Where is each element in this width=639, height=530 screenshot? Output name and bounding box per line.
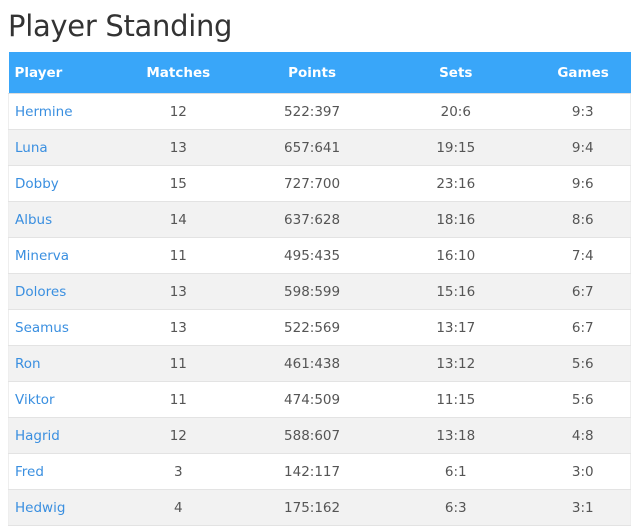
table-header: Player Matches Points Sets Games <box>8 52 631 94</box>
matches-cell: 11 <box>108 345 249 382</box>
matches-cell: 4 <box>108 489 249 526</box>
table-row: Ron 11 461:438 13:12 5:6 <box>8 345 631 382</box>
column-header-matches[interactable]: Matches <box>108 52 249 94</box>
table-row: Hedwig 4 175:162 6:3 3:1 <box>8 489 631 526</box>
column-header-games[interactable]: Games <box>535 52 631 94</box>
points-cell: 522:397 <box>248 93 376 130</box>
player-link[interactable]: Hermine <box>15 104 73 120</box>
player-cell: Minerva <box>8 237 109 274</box>
table-row: Dobby 15 727:700 23:16 9:6 <box>8 165 631 202</box>
sets-cell: 11:15 <box>375 381 536 418</box>
player-cell: Viktor <box>8 381 109 418</box>
points-cell: 727:700 <box>248 165 376 202</box>
matches-cell: 13 <box>108 129 249 166</box>
table-row: Fred 3 142:117 6:1 3:0 <box>8 453 631 490</box>
points-cell: 588:607 <box>248 417 376 454</box>
matches-cell: 14 <box>108 201 249 238</box>
games-cell: 9:3 <box>535 93 631 130</box>
player-cell: Hermine <box>8 93 109 130</box>
games-cell: 7:4 <box>535 237 631 274</box>
games-cell: 3:1 <box>535 489 631 526</box>
sets-cell: 6:3 <box>375 489 536 526</box>
player-cell: Dolores <box>8 273 109 310</box>
player-link[interactable]: Luna <box>15 140 48 156</box>
sets-cell: 6:1 <box>375 453 536 490</box>
matches-cell: 12 <box>108 93 249 130</box>
player-cell: Albus <box>8 201 109 238</box>
matches-cell: 15 <box>108 165 249 202</box>
table-row: Luna 13 657:641 19:15 9:4 <box>8 129 631 166</box>
sets-cell: 20:6 <box>375 93 536 130</box>
table-row: Viktor 11 474:509 11:15 5:6 <box>8 381 631 418</box>
column-header-points[interactable]: Points <box>248 52 376 94</box>
player-cell: Luna <box>8 129 109 166</box>
games-cell: 6:7 <box>535 309 631 346</box>
games-cell: 5:6 <box>535 345 631 382</box>
table-row: Hagrid 12 588:607 13:18 4:8 <box>8 417 631 454</box>
player-link[interactable]: Dobby <box>15 176 59 192</box>
games-cell: 5:6 <box>535 381 631 418</box>
sets-cell: 23:16 <box>375 165 536 202</box>
matches-cell: 12 <box>108 417 249 454</box>
table-row: Hermine 12 522:397 20:6 9:3 <box>8 93 631 130</box>
games-cell: 9:6 <box>535 165 631 202</box>
player-link[interactable]: Albus <box>15 212 52 228</box>
player-link[interactable]: Hedwig <box>15 500 65 516</box>
sets-cell: 15:16 <box>375 273 536 310</box>
games-cell: 4:8 <box>535 417 631 454</box>
player-link[interactable]: Ron <box>15 356 41 372</box>
points-cell: 598:599 <box>248 273 376 310</box>
sets-cell: 19:15 <box>375 129 536 166</box>
table-row: Albus 14 637:628 18:16 8:6 <box>8 201 631 238</box>
table-row: Minerva 11 495:435 16:10 7:4 <box>8 237 631 274</box>
matches-cell: 3 <box>108 453 249 490</box>
points-cell: 175:162 <box>248 489 376 526</box>
column-header-sets[interactable]: Sets <box>375 52 536 94</box>
player-cell: Dobby <box>8 165 109 202</box>
player-link[interactable]: Viktor <box>15 392 55 408</box>
matches-cell: 13 <box>108 273 249 310</box>
sets-cell: 16:10 <box>375 237 536 274</box>
points-cell: 142:117 <box>248 453 376 490</box>
matches-cell: 11 <box>108 381 249 418</box>
table-row: Seamus 13 522:569 13:17 6:7 <box>8 309 631 346</box>
sets-cell: 13:17 <box>375 309 536 346</box>
player-link[interactable]: Hagrid <box>15 428 60 444</box>
points-cell: 637:628 <box>248 201 376 238</box>
games-cell: 8:6 <box>535 201 631 238</box>
standings-table: Player Matches Points Sets Games Hermine… <box>8 52 631 526</box>
matches-cell: 11 <box>108 237 249 274</box>
games-cell: 9:4 <box>535 129 631 166</box>
matches-cell: 13 <box>108 309 249 346</box>
points-cell: 495:435 <box>248 237 376 274</box>
player-cell: Ron <box>8 345 109 382</box>
sets-cell: 13:18 <box>375 417 536 454</box>
player-cell: Hedwig <box>8 489 109 526</box>
column-header-player[interactable]: Player <box>8 52 109 94</box>
player-cell: Seamus <box>8 309 109 346</box>
player-link[interactable]: Fred <box>15 464 44 480</box>
player-link[interactable]: Dolores <box>15 284 66 300</box>
sets-cell: 13:12 <box>375 345 536 382</box>
sets-cell: 18:16 <box>375 201 536 238</box>
player-cell: Hagrid <box>8 417 109 454</box>
games-cell: 3:0 <box>535 453 631 490</box>
player-cell: Fred <box>8 453 109 490</box>
player-link[interactable]: Minerva <box>15 248 69 264</box>
page-title: Player Standing <box>8 9 233 43</box>
header-row: Player Matches Points Sets Games <box>8 52 631 94</box>
player-link[interactable]: Seamus <box>15 320 69 336</box>
points-cell: 474:509 <box>248 381 376 418</box>
table-body: Hermine 12 522:397 20:6 9:3 Luna 13 657:… <box>8 93 631 526</box>
points-cell: 522:569 <box>248 309 376 346</box>
table-row: Dolores 13 598:599 15:16 6:7 <box>8 273 631 310</box>
points-cell: 657:641 <box>248 129 376 166</box>
games-cell: 6:7 <box>535 273 631 310</box>
points-cell: 461:438 <box>248 345 376 382</box>
